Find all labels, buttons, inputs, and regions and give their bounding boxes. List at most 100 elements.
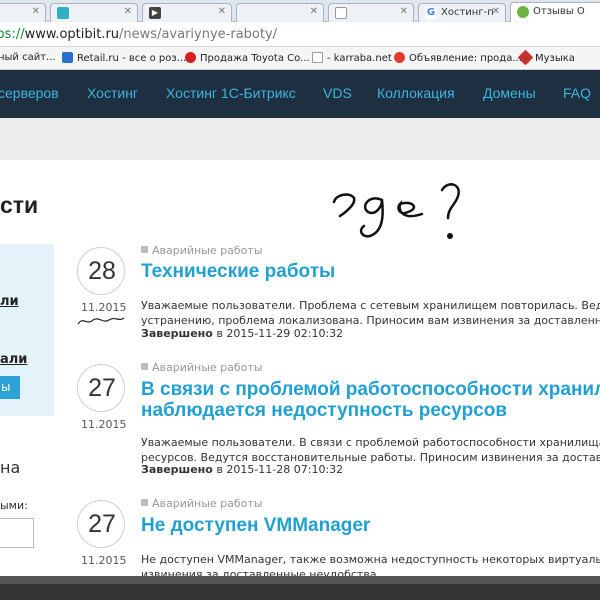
news-month-year: 11.2015 <box>81 301 127 314</box>
ads-site-icon <box>394 52 405 63</box>
url-text[interactable]: https://www.optibit.ru/news/avariynye-ra… <box>0 27 277 42</box>
bookmark-item[interactable]: ный сайт... <box>0 52 56 63</box>
nav-item-bitrix-hosting[interactable]: Хостинг 1С-Битрикс <box>166 85 296 101</box>
bookmark-label: Продажа Toyota Co... <box>200 53 310 64</box>
page-icon <box>312 52 323 63</box>
news-completed: Завершено в 2015-11-28 07:10:32 <box>141 463 343 476</box>
close-tab-icon[interactable]: ✕ <box>310 6 318 17</box>
browser-tab[interactable]: ✕ <box>0 3 46 22</box>
news-body: Уважаемые пользователи. В связи с пробле… <box>141 435 600 465</box>
news-completed: Завершено в 2015-11-29 02:10:32 <box>141 327 343 340</box>
taskbar <box>0 576 600 600</box>
completed-label: Завершено <box>141 327 213 340</box>
news-title-line: Технические работы <box>141 261 336 282</box>
sidebar-input[interactable] <box>0 518 34 548</box>
news-title[interactable]: Технические работы <box>141 261 335 282</box>
nav-item-servers[interactable]: серверов <box>0 85 59 101</box>
completed-label: Завершено <box>141 463 213 476</box>
bookmark-item[interactable]: Музыка <box>517 49 575 66</box>
taskbar-edge <box>0 576 600 584</box>
nav-item-domains[interactable]: Домены <box>483 85 536 101</box>
news-title-line: наблюдается недоступность ресурсов <box>141 400 508 421</box>
handwritten-annotation <box>332 183 460 239</box>
sidebar-link[interactable]: али <box>0 352 27 367</box>
completed-time: в 2015-11-29 02:10:32 <box>216 327 344 340</box>
news-day: 27 <box>88 510 116 538</box>
bookmark-label: Музыка <box>535 53 575 64</box>
breadcrumb-band <box>0 118 600 160</box>
tab-title: Хостинг-п <box>441 7 494 18</box>
site-favicon-icon <box>57 7 69 19</box>
url-scheme: https:// <box>0 27 25 42</box>
sidebar-section-title: на <box>0 458 21 477</box>
news-body-line: Уважаемые пользователи. В связи с пробле… <box>141 436 600 449</box>
bookmark-label: Retail.ru - все о роз... <box>77 53 187 64</box>
google-favicon-icon: G <box>425 7 437 19</box>
close-tab-icon[interactable]: ✕ <box>218 6 226 17</box>
browser-window: ✕ ✕ ▶ ✕ ✕ ✕ G Хостинг-п ✕ Отзывы О ps://… <box>0 0 600 600</box>
close-tab-icon[interactable]: ✕ <box>492 6 500 17</box>
news-category-label: Аварийные работы <box>152 244 263 257</box>
bookmark-label: Объявление: прода... <box>409 53 522 64</box>
browser-tab[interactable]: ✕ <box>328 3 414 22</box>
video-favicon-icon: ▶ <box>149 7 161 19</box>
news-body: Уважаемые пользователи. Проблема с сетев… <box>141 298 600 328</box>
news-day: 27 <box>88 374 116 402</box>
sidebar-link[interactable]: ли <box>0 294 19 309</box>
news-title[interactable]: Не доступен VMManager <box>141 515 370 536</box>
nav-item-vds[interactable]: VDS <box>323 85 352 101</box>
news-category-label: Аварийные работы <box>152 497 263 510</box>
nav-item-hosting[interactable]: Хостинг <box>87 85 138 101</box>
address-bar[interactable]: https://www.optibit.ru/news/avariynye-ra… <box>0 22 600 47</box>
news-title[interactable]: В связи с проблемой работоспособности хр… <box>141 379 600 421</box>
news-category-label: Аварийные работы <box>152 361 263 374</box>
tab-title: Отзывы О <box>533 6 585 17</box>
news-body-line: Не доступен VMManager, также возможна не… <box>141 553 600 566</box>
browser-tab[interactable]: ▶ ✕ <box>142 3 232 22</box>
nav-item-colocation[interactable]: Коллокация <box>377 85 455 101</box>
bookmark-item[interactable]: Объявление: прода... <box>394 52 522 64</box>
news-category[interactable]: Аварийные работы <box>141 244 263 257</box>
bookmark-label: - karraba.net <box>327 53 392 64</box>
handwritten-scribble <box>77 317 125 325</box>
browser-tab[interactable]: ✕ <box>50 3 138 22</box>
bookmark-label: ный сайт... <box>0 52 56 63</box>
category-square-icon <box>141 499 148 506</box>
cart-icon <box>62 52 73 63</box>
close-tab-icon[interactable]: ✕ <box>32 6 40 17</box>
sidebar-button[interactable]: ы <box>0 376 20 399</box>
news-date-circle: 27 <box>77 500 125 548</box>
news-body-line: Уважаемые пользователи. Проблема с сетев… <box>141 299 600 312</box>
browser-tab[interactable]: ✕ <box>236 3 324 22</box>
browser-tab[interactable]: G Хостинг-п ✕ <box>418 3 506 22</box>
auto-site-icon <box>185 52 196 63</box>
news-body-line: устранению, проблема локализована. Прино… <box>141 314 600 327</box>
bookmark-item[interactable]: Продажа Toyota Co... <box>185 52 310 64</box>
news-category[interactable]: Аварийные работы <box>141 497 263 510</box>
news-date-circle: 27 <box>77 364 125 412</box>
document-favicon-icon <box>335 7 347 19</box>
nav-item-faq[interactable]: FAQ <box>563 85 591 101</box>
news-day: 28 <box>88 257 116 285</box>
news-category[interactable]: Аварийные работы <box>141 361 263 374</box>
close-tab-icon[interactable]: ✕ <box>124 6 132 17</box>
close-tab-icon[interactable]: ✕ <box>400 6 408 17</box>
news-title-line: В связи с проблемой работоспособности хр… <box>141 379 600 400</box>
page-title: сти <box>0 192 39 218</box>
category-square-icon <box>141 363 148 370</box>
bookmarks-bar: ный сайт... Retail.ru - все о роз... Про… <box>0 47 600 70</box>
bookmark-item[interactable]: - karraba.net <box>312 52 392 64</box>
tab-strip: ✕ ✕ ▶ ✕ ✕ ✕ G Хостинг-п ✕ Отзывы О <box>0 0 600 22</box>
url-path: /news/avariynye-raboty/ <box>119 27 278 42</box>
news-date-circle: 28 <box>77 247 125 295</box>
music-icon <box>517 49 534 66</box>
completed-time: в 2015-11-28 07:10:32 <box>216 463 344 476</box>
sidebar-field-label: ыми: <box>0 499 28 512</box>
news-title-line: Не доступен VMManager <box>141 515 371 536</box>
category-square-icon <box>141 246 148 253</box>
browser-tab-active[interactable]: Отзывы О <box>510 2 600 22</box>
url-host: www.optibit.ru <box>24 27 120 42</box>
news-month-year: 11.2015 <box>81 418 127 431</box>
reviews-favicon-icon <box>517 6 529 18</box>
bookmark-item[interactable]: Retail.ru - все о роз... <box>62 52 186 64</box>
